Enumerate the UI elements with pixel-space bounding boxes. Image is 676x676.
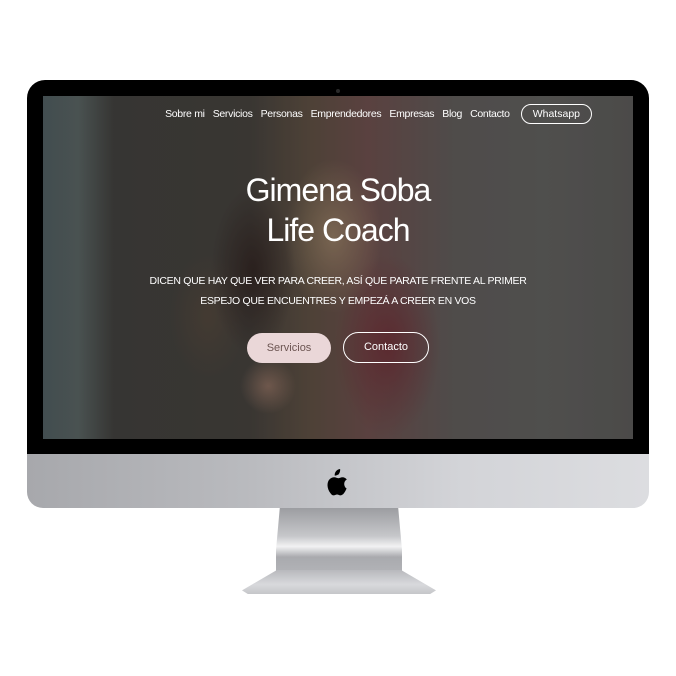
contacto-button[interactable]: Contacto xyxy=(343,332,429,363)
servicios-button[interactable]: Servicios xyxy=(247,333,331,363)
hero-section: Gimena Soba Life Coach DICEN QUE HAY QUE… xyxy=(43,96,633,439)
hero-title-name: Gimena Soba xyxy=(245,172,432,208)
website-screen: Sobre mi Servicios Personas Emprendedore… xyxy=(43,96,633,439)
camera-icon xyxy=(336,89,340,93)
hero-title: Gimena Soba Life Coach xyxy=(43,170,633,250)
monitor-stand-foot xyxy=(242,570,436,594)
monitor-chin xyxy=(27,454,649,508)
hero-title-role: Life Coach xyxy=(266,212,411,248)
hero-subtitle: DICEN QUE HAY QUE VER PARA CREER, ASÍ QU… xyxy=(149,275,527,307)
apple-logo-icon xyxy=(327,469,347,496)
monitor-stand-neck xyxy=(276,508,402,578)
